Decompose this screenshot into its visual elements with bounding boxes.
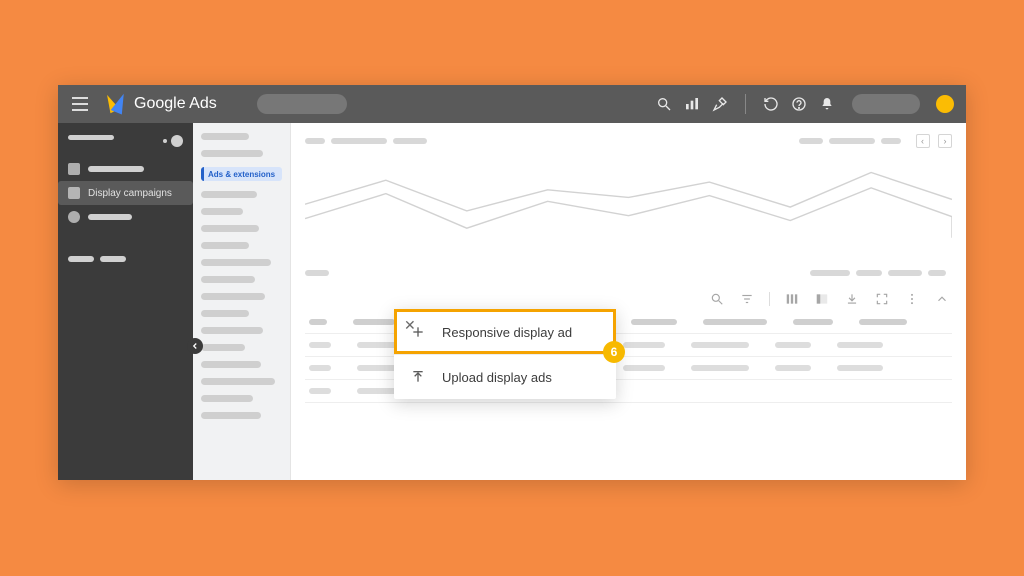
account-selector[interactable] <box>257 94 347 114</box>
chevron-left-icon[interactable]: ‹ <box>916 134 930 148</box>
table-header-cell[interactable] <box>859 319 907 325</box>
sidebar-item-label <box>88 166 144 172</box>
tools-icon[interactable] <box>711 95 729 113</box>
nav-item-label: Ads & extensions <box>208 170 275 179</box>
table-header-cell[interactable] <box>793 319 833 325</box>
chart-footer-row <box>291 257 966 285</box>
expand-icon[interactable] <box>874 291 890 307</box>
segment-icon[interactable] <box>784 291 800 307</box>
breadcrumb-row: ‹ › <box>291 123 966 157</box>
sidebar-item-label <box>88 214 132 220</box>
sidebar-expand-icon[interactable] <box>171 135 183 147</box>
sidebar-item-placeholder[interactable] <box>58 205 193 229</box>
account-badge[interactable] <box>852 94 920 114</box>
row-icon <box>68 163 80 175</box>
nav-item[interactable] <box>201 133 249 140</box>
nav-item[interactable] <box>201 191 257 198</box>
nav-item[interactable] <box>201 259 271 266</box>
menu-item-label: Responsive display ad <box>442 325 572 340</box>
nav-item[interactable] <box>201 208 243 215</box>
nav-item[interactable] <box>201 225 259 232</box>
sidebar-item-placeholder[interactable] <box>58 247 193 271</box>
table-header-cell[interactable] <box>353 319 395 325</box>
sidebar-item-label <box>100 256 126 262</box>
breadcrumb <box>305 131 433 149</box>
app-window: Google Ads <box>58 85 966 480</box>
nav-item[interactable] <box>201 412 261 419</box>
primary-sidebar: Display campaigns <box>58 123 193 480</box>
brand-block: Google Ads <box>106 94 217 114</box>
notifications-icon[interactable] <box>818 95 836 113</box>
sidebar-item-label <box>68 256 94 262</box>
sidebar-item-display-campaigns[interactable]: Display campaigns <box>58 181 193 205</box>
main-content: ‹ › <box>291 123 966 480</box>
new-ad-menu: ✕ Responsive display ad 6 Upload display… <box>394 309 616 399</box>
table-header-cell[interactable] <box>703 319 767 325</box>
chevron-right-icon[interactable]: › <box>938 134 952 148</box>
nav-item-ads-extensions[interactable]: Ads & extensions <box>201 167 282 181</box>
sidebar-item-label: Display campaigns <box>88 188 172 199</box>
nav-item[interactable] <box>201 310 249 317</box>
nav-item[interactable] <box>201 276 255 283</box>
table-header-cell[interactable] <box>631 319 677 325</box>
row-icon <box>68 211 80 223</box>
nav-item[interactable] <box>201 150 263 157</box>
separator <box>745 94 746 114</box>
menu-item-label: Upload display ads <box>442 370 552 385</box>
plus-icon <box>410 324 426 340</box>
app-title: Google Ads <box>134 95 217 113</box>
sidebar-header <box>68 135 114 140</box>
table-toolbar <box>291 285 966 311</box>
sidebar-item-placeholder[interactable] <box>58 157 193 181</box>
filter-icon[interactable] <box>739 291 755 307</box>
nav-item[interactable] <box>201 293 265 300</box>
profile-avatar[interactable] <box>936 95 954 113</box>
search-icon[interactable] <box>655 95 673 113</box>
secondary-nav: Ads & extensions <box>193 123 291 480</box>
google-ads-logo-icon <box>106 94 126 114</box>
more-icon[interactable] <box>904 291 920 307</box>
nav-item[interactable] <box>201 395 253 402</box>
row-icon <box>68 187 80 199</box>
app-body: Display campaigns Ads & extensions <box>58 123 966 480</box>
nav-item[interactable] <box>201 242 249 249</box>
step-badge: 6 <box>603 341 625 363</box>
chevron-up-icon[interactable] <box>934 291 950 307</box>
collapse-sidebar-icon[interactable] <box>187 338 203 354</box>
nav-item[interactable] <box>201 378 275 385</box>
menu-item-responsive-display-ad[interactable]: Responsive display ad 6 <box>394 309 616 354</box>
refresh-icon[interactable] <box>762 95 780 113</box>
table-header-cell[interactable] <box>309 319 327 325</box>
columns-icon[interactable] <box>814 291 830 307</box>
nav-item[interactable] <box>201 344 245 351</box>
top-app-bar: Google Ads <box>58 85 966 123</box>
reports-icon[interactable] <box>683 95 701 113</box>
upload-icon <box>410 369 426 385</box>
menu-icon[interactable] <box>68 92 92 116</box>
menu-item-upload-display-ads[interactable]: Upload display ads <box>394 354 616 399</box>
nav-item[interactable] <box>201 361 261 368</box>
top-right-tools <box>655 94 966 114</box>
nav-item[interactable] <box>201 327 263 334</box>
sidebar-kebab-icon[interactable] <box>163 139 167 143</box>
date-range[interactable]: ‹ › <box>799 131 952 149</box>
search-icon[interactable] <box>709 291 725 307</box>
performance-chart <box>305 161 952 257</box>
download-icon[interactable] <box>844 291 860 307</box>
help-icon[interactable] <box>790 95 808 113</box>
separator <box>769 292 770 306</box>
